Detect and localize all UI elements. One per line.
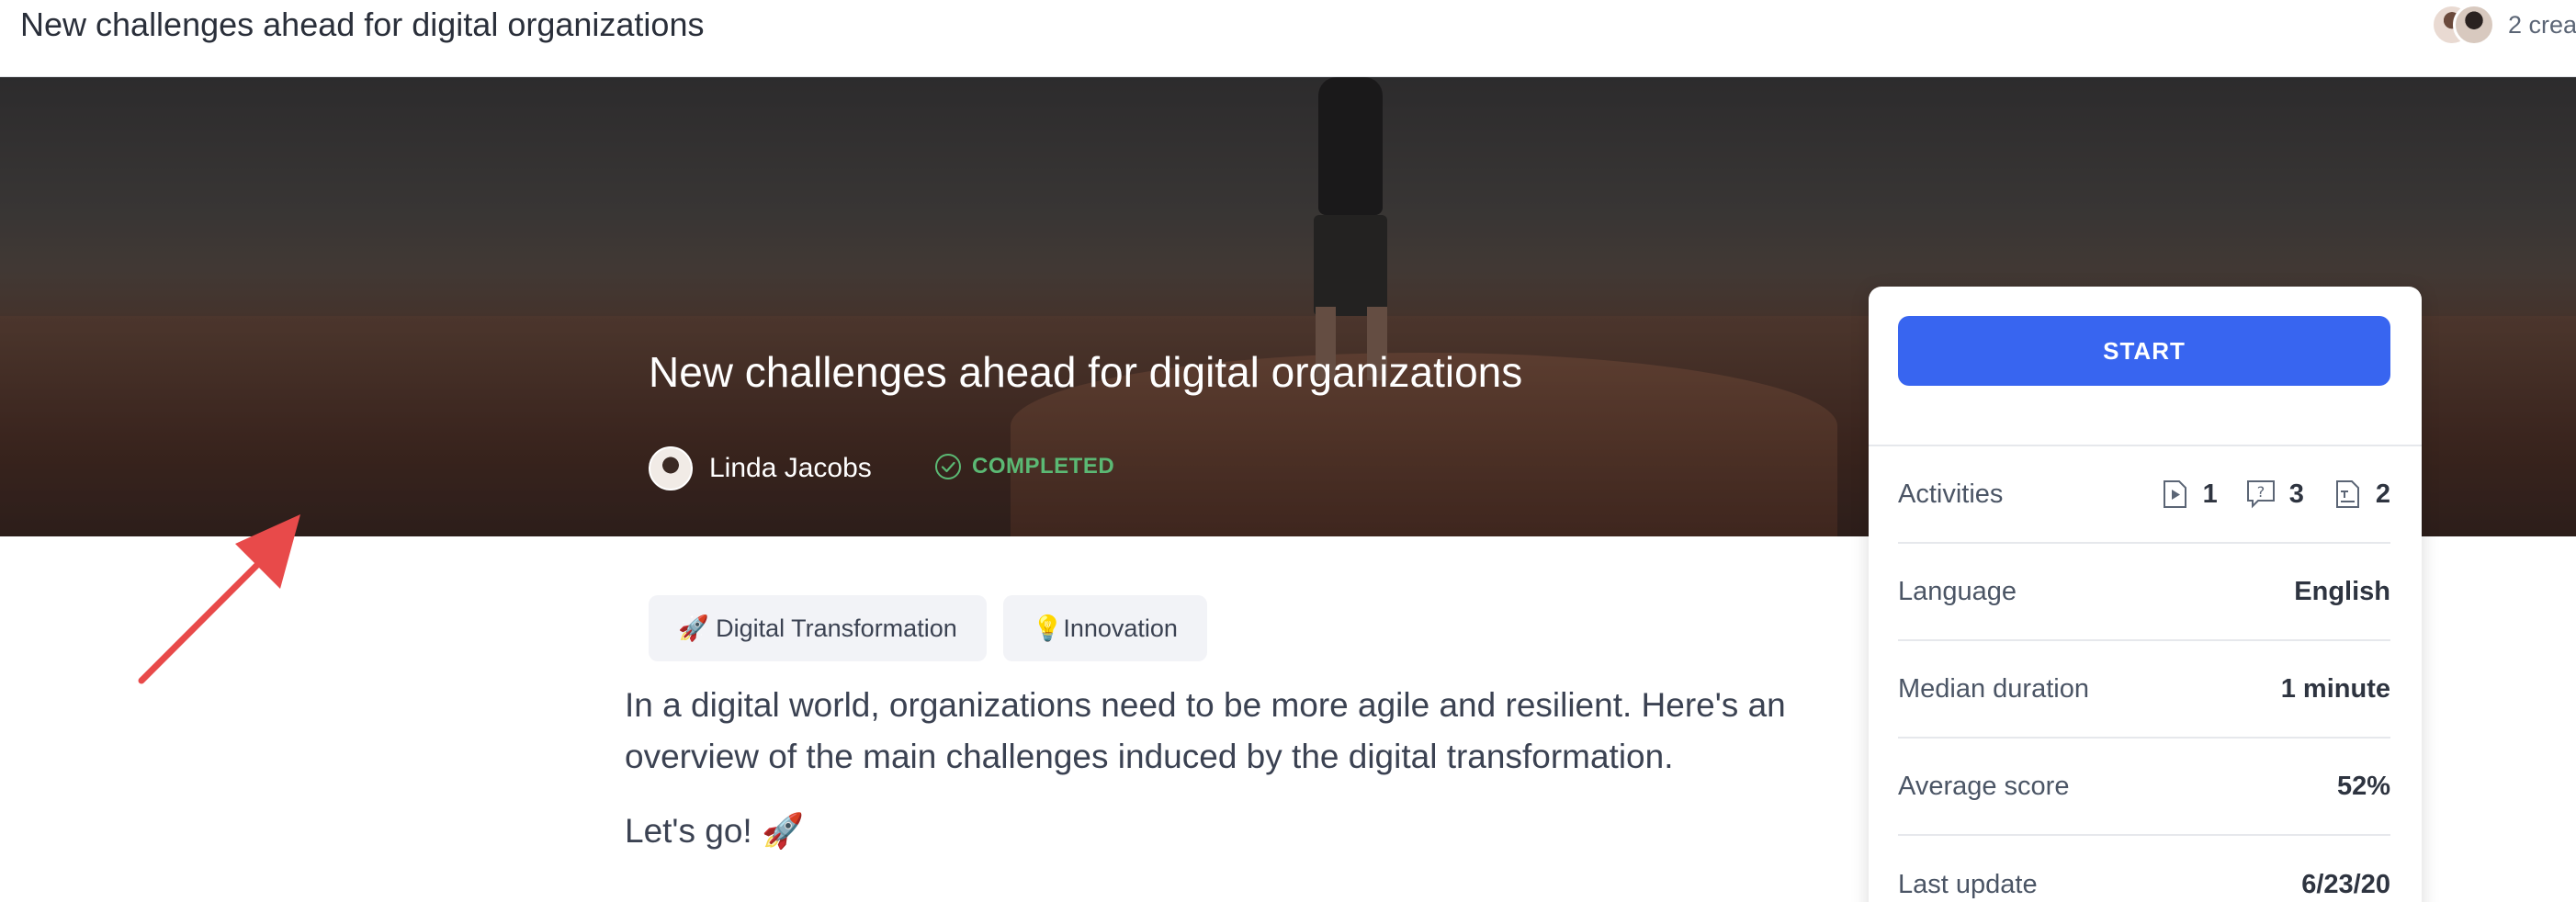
duration-value: 1 minute [2280, 673, 2390, 704]
activity-video: 1 [2159, 479, 2218, 510]
top-bar: New challenges ahead for digital organiz… [0, 0, 2576, 77]
course-title: New challenges ahead for digital organiz… [649, 348, 1523, 396]
author-avatar[interactable] [649, 446, 693, 490]
language-row: Language English [1898, 544, 2390, 641]
activity-document-count: 2 [2375, 479, 2390, 509]
activity-document: 2 [2332, 479, 2390, 510]
creators-label[interactable]: 2 creators [2508, 11, 2576, 39]
score-row: Average score 52% [1898, 739, 2390, 836]
duration-row: Median duration 1 minute [1898, 641, 2390, 739]
document-icon [2335, 480, 2359, 508]
annotation-arrow-icon [138, 514, 300, 684]
score-value: 52% [2336, 771, 2390, 801]
tag-innovation[interactable]: 💡Innovation [1002, 595, 1207, 661]
activity-quiz: ? 3 [2245, 479, 2304, 510]
language-label: Language [1898, 576, 2017, 606]
last-update-value: 6/23/20 [2301, 869, 2390, 899]
check-circle-icon [935, 454, 961, 479]
completion-status: COMPLETED [933, 452, 1114, 481]
language-value: English [2294, 576, 2390, 606]
status-badge: COMPLETED [972, 454, 1115, 479]
activities-row: Activities 1 ? 3 2 [1898, 446, 2390, 544]
last-update-label: Last update [1898, 869, 2038, 899]
duration-label: Median duration [1898, 673, 2089, 704]
activities-counts: 1 ? 3 2 [2144, 479, 2390, 510]
tag-list: 🚀 Digital Transformation 💡Innovation [649, 595, 1207, 661]
author[interactable]: Linda Jacobs [649, 446, 872, 490]
course-description: In a digital world, organizations need t… [625, 686, 1786, 775]
tag-digital-transformation[interactable]: 🚀 Digital Transformation [649, 595, 987, 661]
lets-go-text: Let's go! 🚀 [625, 812, 805, 850]
activity-quiz-count: 3 [2288, 479, 2304, 509]
author-name[interactable]: Linda Jacobs [709, 453, 872, 484]
creator-avatar[interactable] [2453, 4, 2495, 46]
activities-label: Activities [1898, 479, 2004, 509]
page-title: New challenges ahead for digital organiz… [20, 6, 705, 43]
start-button[interactable]: START [1898, 316, 2390, 386]
svg-text:?: ? [2256, 483, 2265, 501]
course-info-card: START Activities 1 ? 3 2 Language Englis… [1869, 287, 2422, 902]
last-update-row: Last update 6/23/20 [1898, 836, 2390, 902]
score-label: Average score [1898, 771, 2070, 801]
activity-video-count: 1 [2202, 479, 2218, 509]
quiz-icon: ? [2246, 480, 2275, 509]
creators[interactable]: 2 creators [2431, 0, 2576, 50]
video-icon [2163, 480, 2186, 508]
